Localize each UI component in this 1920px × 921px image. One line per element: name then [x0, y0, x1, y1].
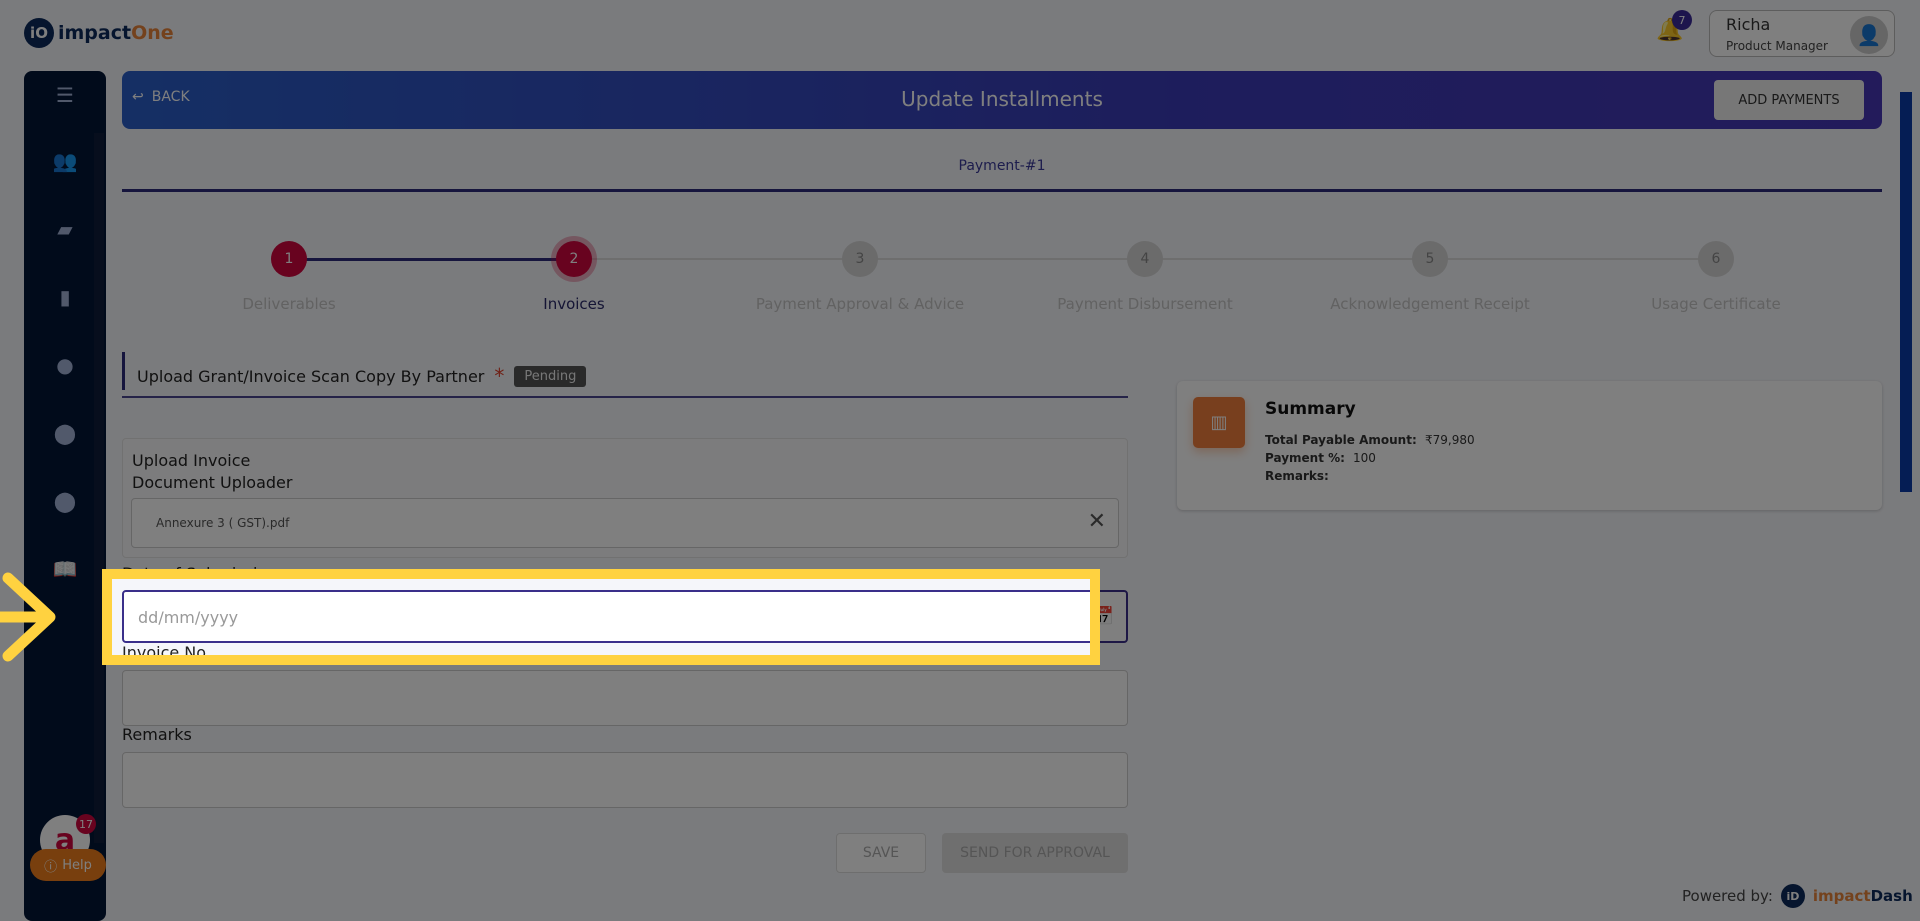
payment-pct-value: 100	[1353, 451, 1376, 465]
summary-card: ▥ Summary Total Payable Amount: ₹79,980 P…	[1177, 381, 1882, 510]
stepper-progress-line	[289, 258, 574, 261]
step-5-label[interactable]: Acknowledgement Receipt	[1310, 295, 1550, 313]
remarks-label: Remarks	[122, 725, 192, 744]
impactdash-text-accent: Dash	[1870, 887, 1913, 905]
tab-payment-1[interactable]: Payment-#1	[122, 158, 1882, 174]
upload-subtitle: Document Uploader	[132, 473, 293, 492]
notification-badge: 7	[1672, 10, 1692, 30]
logo-text-accent: One	[131, 22, 174, 44]
impactone-logo[interactable]: iO impact One	[24, 18, 174, 48]
step-2-circle[interactable]: 2	[556, 241, 592, 277]
logo-text: impact	[58, 22, 132, 44]
avatar-icon: 👤	[1850, 16, 1888, 54]
invoice-no-label: Invoice No	[122, 643, 207, 662]
logo-mark: iO	[24, 18, 54, 48]
date-of-submission-input[interactable]: dd/mm/yyyy 📅	[122, 590, 1128, 643]
scrollbar-thumb[interactable]	[1900, 92, 1912, 492]
tab-underline	[122, 189, 1882, 192]
page-title: Update Installments	[901, 87, 1103, 111]
total-label: Total Payable Amount:	[1265, 433, 1417, 447]
summary-title: Summary	[1265, 399, 1356, 419]
powered-by: Powered by:	[1682, 887, 1773, 905]
section-divider	[122, 396, 1128, 398]
page-header-banner: ↩ BACK Update Installments ADD PAYMENTS	[122, 71, 1882, 129]
step-4-label[interactable]: Payment Disbursement	[1025, 295, 1265, 313]
document-uploader-field[interactable]: Annexure 3 ( GST).pdf ✕	[131, 498, 1119, 548]
page-scrollbar[interactable]	[1898, 80, 1912, 890]
question-icon: ⓘ	[44, 859, 58, 875]
menu-icon[interactable]: ☰	[24, 83, 106, 107]
step-6-label[interactable]: Usage Certificate	[1596, 295, 1836, 313]
remarks-input[interactable]	[122, 752, 1128, 808]
summary-remarks-label: Remarks:	[1265, 469, 1329, 483]
date-label: Date of Submission	[122, 564, 278, 583]
step-1-circle[interactable]: 1	[271, 241, 307, 277]
step-6-circle[interactable]: 6	[1698, 241, 1734, 277]
required-asterisk: *	[494, 364, 505, 388]
impactdash-text: impact	[1812, 887, 1871, 905]
date-placeholder: dd/mm/yyyy	[138, 608, 239, 627]
section-title: Upload Grant/Invoice Scan Copy By Partne…	[122, 352, 587, 390]
send-for-approval-button[interactable]: SEND FOR APPROVAL	[942, 833, 1128, 873]
help-button[interactable]: ⓘ Help	[30, 849, 106, 881]
user-role: Product Manager	[1726, 39, 1828, 53]
total-value: ₹79,980	[1425, 433, 1475, 447]
user-name: Richa	[1726, 15, 1771, 34]
footer: Powered by: iD impactDash	[1682, 884, 1913, 908]
upload-title: Upload Invoice	[132, 451, 251, 470]
payment-pct-label: Payment %:	[1265, 451, 1345, 465]
status-badge: Pending	[514, 365, 587, 387]
sidebar-scrollbar[interactable]	[94, 133, 104, 843]
step-1-label[interactable]: Deliverables	[169, 295, 409, 313]
help-label: Help	[62, 857, 92, 873]
step-2-label[interactable]: Invoices	[454, 295, 694, 313]
step-3-circle[interactable]: 3	[842, 241, 878, 277]
add-payments-button[interactable]: ADD PAYMENTS	[1714, 80, 1864, 120]
pointer-arrow-icon	[0, 572, 56, 662]
calendar-icon[interactable]: 📅	[1092, 606, 1114, 627]
assistant-badge: 17	[76, 814, 96, 834]
step-4-circle[interactable]: 4	[1127, 241, 1163, 277]
step-3-label[interactable]: Payment Approval & Advice	[740, 295, 980, 313]
file-name: Annexure 3 ( GST).pdf	[156, 516, 290, 530]
impactdash-logo-mark: iD	[1780, 884, 1805, 908]
save-button[interactable]: SAVE	[836, 833, 926, 873]
section-title-text: Upload Grant/Invoice Scan Copy By Partne…	[137, 366, 485, 386]
sidebar: ☰ 👥 ▰ ▮ ● ⬤ ⬤ 📖	[24, 71, 106, 921]
user-profile-menu[interactable]: Richa Product Manager 👤	[1709, 10, 1895, 57]
step-5-circle[interactable]: 5	[1412, 241, 1448, 277]
bar-chart-icon: ▥	[1193, 397, 1245, 448]
invoice-no-input[interactable]	[122, 670, 1128, 726]
close-icon[interactable]: ✕	[1088, 509, 1106, 534]
